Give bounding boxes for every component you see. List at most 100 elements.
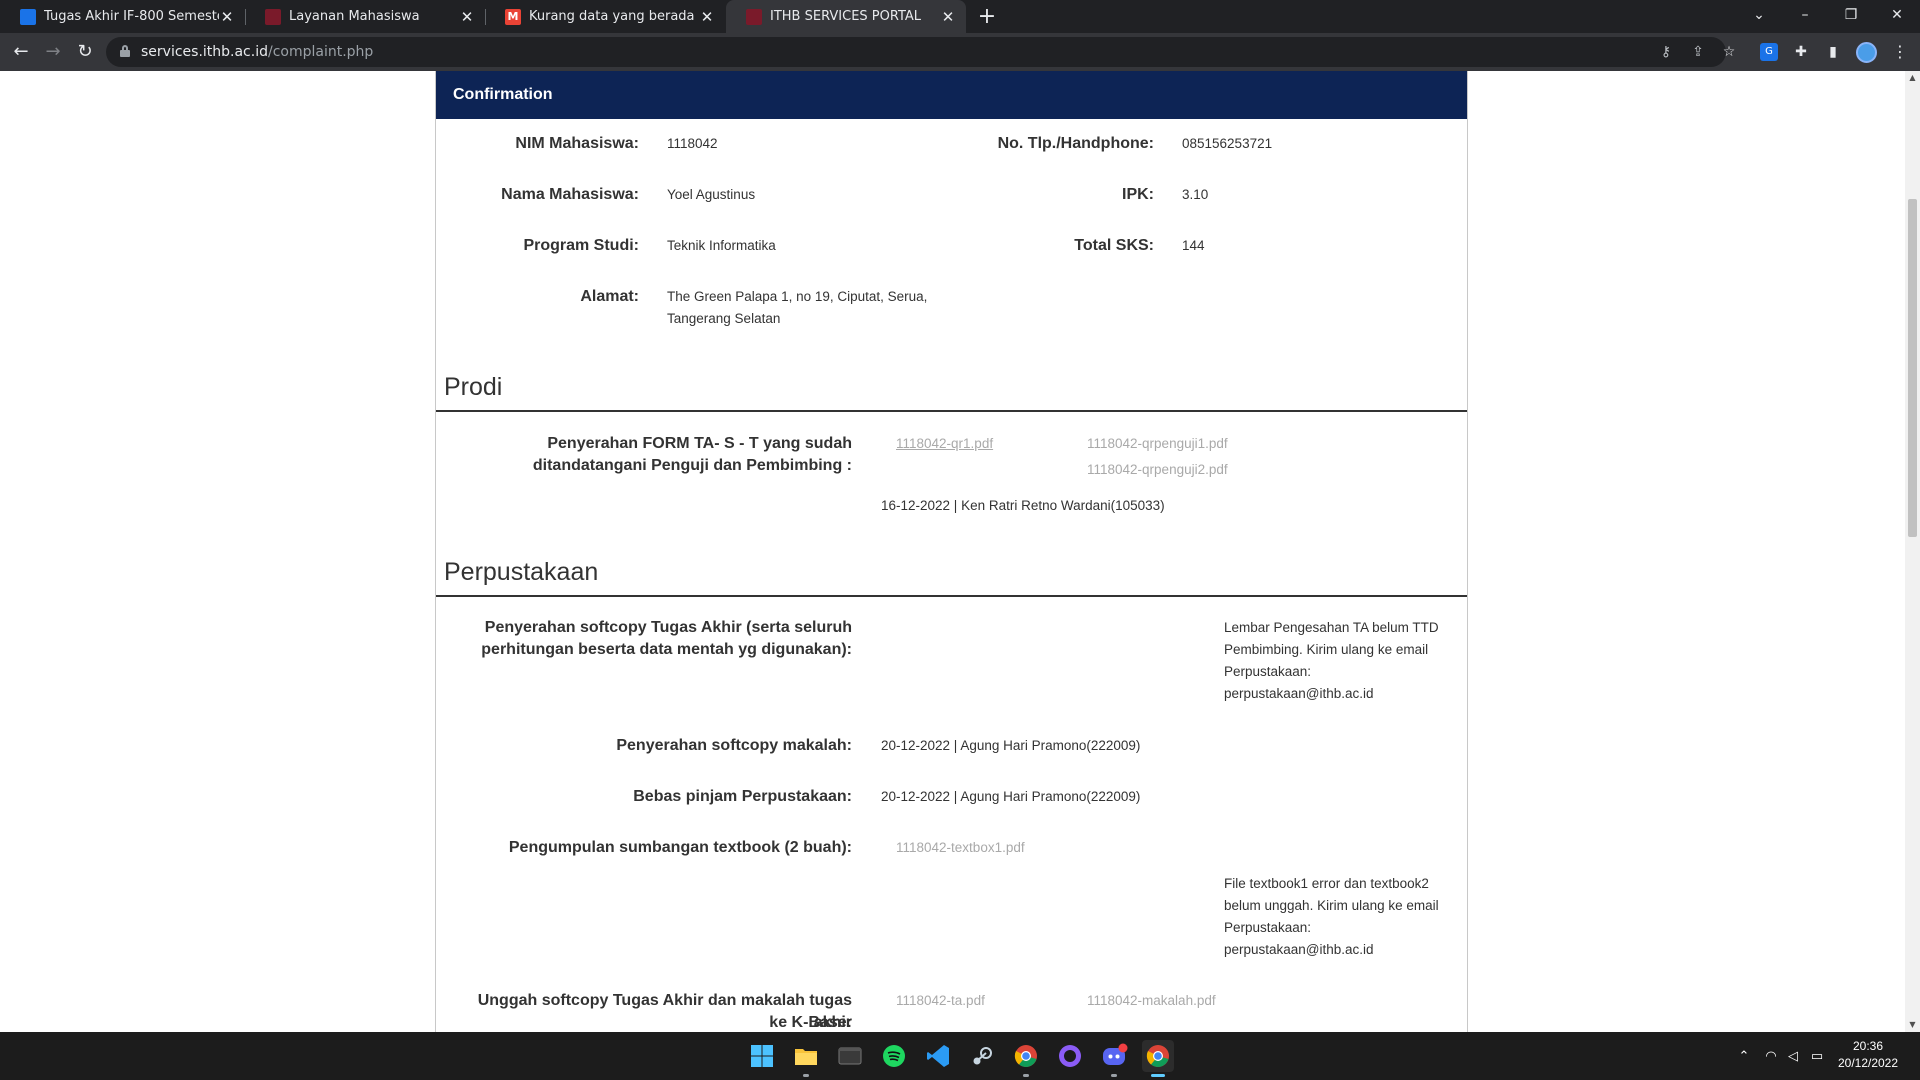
battery-icon[interactable]: ▭ xyxy=(1808,1049,1826,1065)
chrome-icon[interactable] xyxy=(1010,1040,1042,1077)
running-indicator xyxy=(1151,1074,1165,1077)
ipk-value: 3.10 xyxy=(1182,187,1209,202)
volume-icon[interactable]: ◁ xyxy=(1784,1049,1802,1065)
softcopy-ta-note-email: perpustakaan@ithb.ac.id xyxy=(1224,686,1374,701)
scroll-up-arrow-icon[interactable]: ▲ xyxy=(1905,71,1920,85)
minimize-button[interactable]: – xyxy=(1782,0,1828,33)
tab-ithb-services-portal[interactable]: ITHB SERVICES PORTAL ✕ xyxy=(726,0,966,33)
form-ta-label-line-1: Penyerahan FORM TA- S - T yang sudah xyxy=(547,435,852,452)
alamat-line-1: The Green Palapa 1, no 19, Ciputat, Seru… xyxy=(667,289,928,304)
browser-menu-icon[interactable]: ⋮ xyxy=(1892,42,1908,62)
restore-button[interactable]: ❐ xyxy=(1828,0,1874,33)
tab-title: Kurang data yang berada di Form xyxy=(529,9,699,24)
textbook-note-line: File textbook1 error dan textbook2 xyxy=(1224,876,1429,891)
total-sks-label: Total SKS: xyxy=(1074,237,1154,254)
close-tab-icon[interactable]: ✕ xyxy=(219,9,235,25)
chrome-icon[interactable] xyxy=(1142,1040,1174,1077)
softcopy-ta-note-line: Lembar Pengesahan TA belum TTD xyxy=(1224,620,1439,635)
running-indicator xyxy=(1023,1074,1029,1077)
clock-time: 20:36 xyxy=(1852,1039,1884,1053)
wifi-icon[interactable]: ◠ xyxy=(1762,1049,1780,1065)
tab-gmail[interactable]: M Kurang data yang berada di Form ✕ xyxy=(485,0,725,33)
file-link-qrpenguji2[interactable]: 1118042-qrpenguji2.pdf xyxy=(1087,459,1228,481)
scrollbar-thumb[interactable] xyxy=(1908,199,1917,537)
ithb-icon xyxy=(265,8,281,25)
forward-arrow-icon[interactable]: → xyxy=(40,39,66,65)
textbook-note-line: belum unggah. Kirim ulang ke email xyxy=(1224,898,1439,913)
translate-extension-icon[interactable]: G xyxy=(1760,43,1778,61)
system-clock[interactable]: 20:36 20/12/2022 xyxy=(1828,1038,1908,1072)
address-bar[interactable]: services.ithb.ac.id/complaint.php ⚷ ⇪ xyxy=(106,37,1726,67)
form-ta-label-line-2: ditandatangani Penguji dan Pembimbing : xyxy=(532,457,852,474)
page-scrollbar[interactable]: ▲ ▼ xyxy=(1905,71,1920,1032)
ithb-icon xyxy=(746,8,762,25)
bebas-pinjam-value: 20-12-2022 | Agung Hari Pramono(222009) xyxy=(881,789,1141,804)
textbook-note-email: perpustakaan@ithb.ac.id xyxy=(1224,942,1374,957)
terminal-icon[interactable] xyxy=(834,1040,866,1072)
tab-search-chevron-icon[interactable]: ⌄ xyxy=(1736,0,1782,33)
file-link-makalah[interactable]: 1118042-makalah.pdf xyxy=(1087,990,1216,1012)
windows-start-icon[interactable] xyxy=(746,1040,778,1072)
nim-label: NIM Mahasiswa: xyxy=(515,135,639,152)
file-link-ta[interactable]: 1118042-ta.pdf xyxy=(896,990,985,1012)
discord-icon[interactable] xyxy=(1098,1040,1130,1077)
nim-value: 1118042 xyxy=(667,136,718,151)
card-title: Confirmation xyxy=(453,86,553,103)
tab-tugas-akhir[interactable]: Tugas Akhir IF-800 Semester Gan ✕ xyxy=(0,0,245,33)
section-divider xyxy=(436,410,1467,412)
profile-avatar[interactable] xyxy=(1856,42,1877,63)
spotify-icon[interactable] xyxy=(878,1040,910,1072)
tab-title: ITHB SERVICES PORTAL xyxy=(770,9,922,24)
file-link-textbox1[interactable]: 1118042-textbox1.pdf xyxy=(896,837,1025,859)
ipk-label: IPK: xyxy=(1122,186,1154,203)
softcopy-ta-label-line-1: Penyerahan softcopy Tugas Akhir (serta s… xyxy=(484,619,852,636)
kbase-label-line-2: ke K-Base: xyxy=(769,1014,852,1031)
back-arrow-icon[interactable]: ← xyxy=(8,39,34,65)
file-link-qr1[interactable]: 1118042-qr1.pdf xyxy=(896,433,993,455)
confirmation-card: Confirmation NIM Mahasiswa: 1118042 No. … xyxy=(435,71,1468,1032)
file-explorer-icon[interactable] xyxy=(790,1040,822,1077)
name-value: Yoel Agustinus xyxy=(667,187,756,202)
gmail-icon: M xyxy=(505,8,521,25)
bookmark-star-icon[interactable]: ☆ xyxy=(1720,43,1738,61)
program-studi-value: Teknik Informatika xyxy=(667,238,776,253)
textbook-label: Pengumpulan sumbangan textbook (2 buah): xyxy=(508,839,852,856)
github-desktop-icon[interactable] xyxy=(1054,1040,1086,1072)
alamat-label: Alamat: xyxy=(580,288,639,305)
close-tab-icon[interactable]: ✕ xyxy=(940,9,956,25)
running-indicator xyxy=(803,1074,809,1077)
url-host: services.ithb.ac.id xyxy=(141,44,268,60)
name-label: Nama Mahasiswa: xyxy=(501,186,639,203)
browser-toolbar: ← → ↻ services.ithb.ac.id/complaint.php … xyxy=(0,33,1920,71)
section-title-prodi: Prodi xyxy=(444,373,503,401)
extensions-puzzle-icon[interactable]: ✚ xyxy=(1792,43,1810,61)
clock-date: 20/12/2022 xyxy=(1837,1056,1899,1070)
close-tab-icon[interactable]: ✕ xyxy=(459,9,475,25)
reload-icon[interactable]: ↻ xyxy=(72,39,98,65)
vscode-icon[interactable] xyxy=(922,1040,954,1072)
phone-label: No. Tlp./Handphone: xyxy=(997,135,1154,152)
tab-title: Tugas Akhir IF-800 Semester Gan xyxy=(44,9,219,24)
browser-tab-strip: Tugas Akhir IF-800 Semester Gan ✕ Layana… xyxy=(0,0,1920,33)
scroll-down-arrow-icon[interactable]: ▼ xyxy=(1905,1018,1920,1032)
share-icon[interactable]: ⇪ xyxy=(1689,43,1707,61)
close-tab-icon[interactable]: ✕ xyxy=(699,9,715,25)
close-window-button[interactable]: ✕ xyxy=(1874,0,1920,33)
tab-layanan-mahasiswa[interactable]: Layanan Mahasiswa ✕ xyxy=(245,0,485,33)
alamat-line-2: Tangerang Selatan xyxy=(667,311,781,326)
softcopy-ta-label-line-2: perhitungan beserta data mentah yg digun… xyxy=(481,641,852,658)
new-tab-button[interactable]: + xyxy=(974,4,1000,30)
page-viewport: Confirmation NIM Mahasiswa: 1118042 No. … xyxy=(0,71,1905,1032)
password-key-icon[interactable]: ⚷ xyxy=(1657,43,1675,61)
card-header: Confirmation xyxy=(436,71,1467,119)
windows-taskbar: ⌃ ◠ ◁ ▭ 20:36 20/12/2022 xyxy=(0,1032,1920,1080)
side-panel-icon[interactable]: ▮ xyxy=(1824,43,1842,61)
google-classroom-icon xyxy=(20,8,36,25)
url-path: /complaint.php xyxy=(267,44,374,60)
tray-overflow-chevron-icon[interactable]: ⌃ xyxy=(1736,1049,1752,1065)
program-studi-label: Program Studi: xyxy=(523,237,639,254)
steam-icon[interactable] xyxy=(966,1040,998,1072)
textbook-note-line: Perpustakaan: xyxy=(1224,920,1312,935)
file-link-qrpenguji1[interactable]: 1118042-qrpenguji1.pdf xyxy=(1087,433,1228,455)
softcopy-makalah-value: 20-12-2022 | Agung Hari Pramono(222009) xyxy=(881,738,1141,753)
